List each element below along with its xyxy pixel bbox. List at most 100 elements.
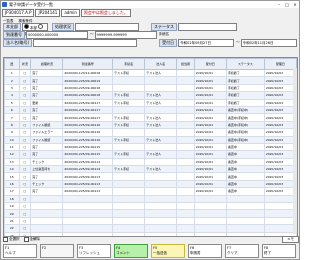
col-header[interactable]: 受理日	[263, 58, 297, 70]
col-header[interactable]: 選	[4, 58, 20, 70]
arrival-from-input[interactable]: 0000000-000000	[26, 30, 88, 39]
table-scrollbar[interactable]	[293, 68, 297, 234]
table-cell	[176, 157, 195, 167]
corp-input[interactable]	[33, 38, 138, 47]
table-cell[interactable]: □	[18, 150, 32, 159]
table-cell	[62, 216, 114, 226]
arrival-sep: ～	[90, 32, 94, 36]
table-cell: 2020/10/03	[263, 91, 297, 100]
table-row[interactable]: 6 □ 完了 2020/09/-225/09-00117 2020/10/01 審査中(手…	[4, 105, 297, 115]
maximize-icon[interactable]: □	[283, 2, 291, 8]
table-cell[interactable]: □	[18, 135, 32, 144]
col-header[interactable]: 法人名	[144, 58, 178, 70]
table-row[interactable]: 2 □ 完了 2020/09/-225/09-00019 2020/10/01 手続終了 2…	[4, 76, 297, 85]
table-cell[interactable]: □	[18, 68, 32, 78]
table-cell[interactable]: □	[18, 76, 32, 85]
table-cell[interactable]: □	[18, 83, 32, 93]
table-cell[interactable]: □	[18, 105, 32, 115]
table-row[interactable]: 15 □ 完了 2020/09/-225/09-00113 2020/10/01 審査中 2…	[4, 172, 297, 181]
receipt-label: 受付日	[159, 38, 178, 47]
table-row[interactable]: 21 □	[4, 216, 297, 226]
table-cell	[144, 83, 178, 93]
table-row[interactable]: 9 □ ファイルエラー 2020/09/-225/09-00116 2020/10/01…	[4, 128, 297, 137]
fkey-f7-button[interactable]: F7 クリア	[225, 244, 259, 258]
table-cell[interactable]: □	[18, 172, 32, 181]
minimize-icon[interactable]: –	[275, 2, 283, 8]
table-row[interactable]: 12 □ 完了 2020/09/-225/09-00115 テスト手続 テスト法人 2020…	[4, 150, 297, 159]
table-row[interactable]: 20 □	[4, 209, 297, 218]
table-cell[interactable]: □	[18, 157, 32, 167]
col-header[interactable]: 受付日	[193, 58, 227, 70]
fkey-f3-button[interactable]: F3 リフレッシュ	[77, 244, 111, 258]
select-all-checkbox[interactable]	[3, 236, 8, 242]
fkey-f8-button[interactable]: F8 終了	[262, 244, 296, 258]
table-cell[interactable]: □	[18, 194, 32, 204]
col-header[interactable]: 状況	[18, 58, 32, 70]
table-row[interactable]: 8 □ ファイル確認 2020/09/-225/09-00116 テスト手続 テスト法人 2…	[4, 120, 297, 130]
radio-shibu[interactable]	[38, 23, 44, 29]
fkey-f4-button[interactable]: F4 コメント	[114, 244, 148, 258]
table-cell: 2020/10/03	[263, 105, 297, 115]
col-header[interactable]: 担当者	[176, 58, 195, 70]
receipt-from-input[interactable]: 令和02年09月27日	[178, 38, 235, 47]
table-row[interactable]: 22 □	[4, 224, 297, 233]
table-cell[interactable]: □	[18, 209, 32, 218]
table-row[interactable]: 13 □ チェック 2020/09/-225/09-00114 2020/10/01 審査…	[4, 157, 297, 167]
table-cell[interactable]: □	[18, 120, 32, 130]
table-cell[interactable]: □	[18, 91, 32, 100]
table-row[interactable]: 17 □ 完了 2020/09/-225/09-00113 2020/10/01 審査中 2…	[4, 187, 297, 196]
table-cell: 11	[4, 142, 20, 152]
table-cell	[176, 179, 195, 189]
table-cell[interactable]: □	[18, 128, 32, 137]
table-cell: 完了	[30, 150, 64, 159]
fkey-label: 申請書	[190, 250, 201, 255]
table-cell: 完了	[30, 76, 64, 85]
table-cell	[62, 194, 114, 204]
col-header[interactable]: 手続名	[112, 58, 146, 70]
table-row[interactable]: 19 □	[4, 202, 297, 211]
col-header[interactable]: ステータス	[225, 58, 265, 70]
table-cell: 2020/10/03	[263, 150, 297, 159]
receipt-to-input[interactable]: 令和02年11月26日	[240, 38, 297, 47]
status-select[interactable]	[75, 22, 139, 31]
table-cell	[263, 202, 297, 211]
fkey-label: クリア	[227, 250, 238, 255]
table-row[interactable]: 18 □	[4, 194, 297, 204]
table-cell[interactable]: □	[18, 224, 32, 233]
table-cell[interactable]: □	[18, 202, 32, 211]
table-cell[interactable]: □	[18, 179, 32, 189]
table-cell[interactable]: □	[18, 187, 32, 196]
table-row[interactable]: 7 □ 完了 2020/09/-225/09-00117 テスト手続 テスト法人 2020/…	[4, 113, 297, 122]
fkey-f2-button[interactable]: F2	[40, 244, 74, 258]
table-row[interactable]: 3 □ 完了 2020/09/-225/09-00018 2020/10/01 手続終了 2…	[4, 83, 297, 93]
table-row[interactable]: 10 □ ファイル確認 2020/09/-225/09-00116 テスト手続 テスト法人…	[4, 135, 297, 144]
table-cell: 2020/09/-225/09-00115	[62, 142, 114, 152]
table-row[interactable]: 5 □ 更新 2020/09/-225/09-00117 テスト手続 テスト法人 2020/…	[4, 98, 297, 107]
table-cell[interactable]: □	[18, 142, 32, 152]
status2-select[interactable]	[178, 22, 237, 31]
table-row[interactable]: 14 □ 上位審査待ち 2020/09/-225/09-00114 テスト手続 テスト法人…	[4, 165, 297, 174]
table-row[interactable]: 16 □ チェック 2020/09/-225/09-00113 2020/10/01 審査…	[4, 179, 297, 189]
table-row[interactable]: 1 □ 完了 2020/09/-123/12-00018 テスト手続 テスト法人 2020/…	[4, 68, 297, 78]
table-cell[interactable]: □	[18, 113, 32, 122]
table-row[interactable]: 4 □ 完了 2020/09/-225/09-00018 テスト手続 テスト法人 2020/…	[4, 91, 297, 100]
table-cell[interactable]: □	[18, 98, 32, 107]
table-cell	[176, 142, 195, 152]
fkey-f1-button[interactable]: F1 ヘルプ	[3, 244, 37, 258]
memo-button[interactable]: メモ	[282, 235, 299, 243]
branch-radio-group[interactable]: 本部 支部	[22, 22, 48, 36]
col-header[interactable]: 到達番号	[62, 58, 114, 70]
window-title: 電子申請データ受付一覧	[9, 1, 53, 7]
fkey-f5-button[interactable]: F5 一括送信	[151, 244, 185, 258]
table-cell: 2020/09/-123/12-00018	[62, 68, 114, 78]
arrival-to-input[interactable]: 9999999-999999	[94, 30, 157, 39]
radio-honbu[interactable]	[24, 23, 29, 29]
col-header[interactable]: 処理状況	[30, 58, 64, 70]
close-icon[interactable]: ×	[291, 2, 299, 8]
table-cell[interactable]: □	[18, 165, 32, 174]
table-cell[interactable]: □	[18, 216, 32, 226]
fkey-f6-button[interactable]: F6 申請書	[188, 244, 222, 258]
table-row[interactable]: 11 □ 完了 2020/09/-225/09-00115 2020/10/01 審査中 2…	[4, 142, 297, 152]
deselect-all-checkbox[interactable]	[23, 236, 29, 242]
table-cell	[112, 202, 146, 211]
